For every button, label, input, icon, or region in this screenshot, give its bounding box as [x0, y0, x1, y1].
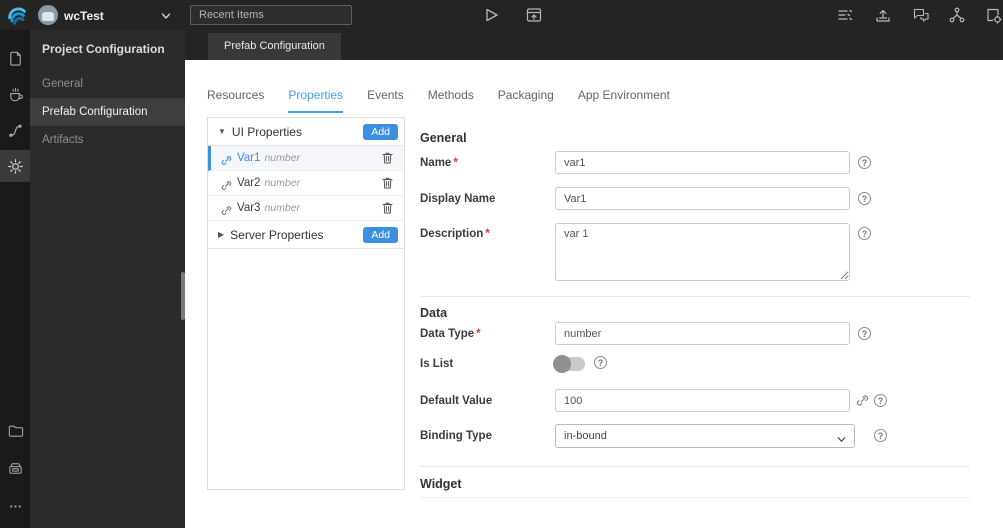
property-type: number: [264, 152, 301, 164]
feedback-icon[interactable]: [912, 6, 930, 24]
project-configuration-panel: Project Configuration General Prefab Con…: [30, 30, 185, 528]
delete-property-icon[interactable]: [381, 151, 394, 165]
caret-right-icon: ▶: [218, 230, 225, 239]
sidebar-item-prefab-configuration[interactable]: Prefab Configuration: [30, 98, 185, 126]
section-title-widget: Widget: [420, 477, 462, 491]
project-avatar-image: [42, 11, 54, 21]
document-tab-bar: Prefab Configuration: [185, 30, 1003, 60]
property-row-var2[interactable]: Var2 number: [208, 171, 404, 196]
pages-icon[interactable]: [0, 42, 30, 74]
java-services-icon[interactable]: [0, 78, 30, 110]
content-tab-strip: Resources Properties Events Methods Pack…: [207, 88, 670, 113]
property-name: Var2: [237, 177, 261, 189]
add-server-property-button[interactable]: Add: [363, 226, 398, 243]
ui-properties-title: UI Properties: [231, 124, 302, 139]
property-name: Var1: [237, 152, 261, 164]
property-name: Var3: [237, 202, 261, 214]
ui-properties-group-header[interactable]: ▼ UI Properties Add: [208, 118, 404, 146]
app-window: wcTest Recent Items Project Configuratio…: [0, 0, 1003, 528]
is-list-toggle[interactable]: [553, 355, 585, 373]
delete-property-icon[interactable]: [381, 201, 394, 215]
toggle-knob: [553, 355, 571, 373]
export-machine-icon[interactable]: [0, 452, 30, 484]
preview-icon[interactable]: [525, 6, 543, 24]
section-title-general: General: [420, 131, 467, 145]
help-icon[interactable]: ?: [858, 227, 871, 240]
data-type-input[interactable]: [555, 322, 850, 345]
publish-icon[interactable]: [874, 6, 892, 24]
tab-app-environment[interactable]: App Environment: [578, 88, 670, 113]
settings-icon[interactable]: [0, 150, 30, 182]
tab-resources[interactable]: Resources: [207, 88, 264, 113]
tab-properties[interactable]: Properties: [288, 88, 344, 113]
tab-events[interactable]: Events: [367, 88, 404, 113]
top-bar: wcTest: [0, 0, 1003, 30]
chevron-down-icon[interactable]: [160, 9, 172, 21]
name-input[interactable]: [555, 151, 850, 174]
help-icon[interactable]: ?: [858, 192, 871, 205]
bind-link-icon: [221, 153, 232, 165]
tab-packaging[interactable]: Packaging: [498, 88, 554, 113]
display-name-label: Display Name: [420, 193, 496, 205]
help-icon[interactable]: ?: [874, 429, 887, 442]
wavemaker-logo-icon: [6, 4, 28, 26]
help-icon[interactable]: ?: [858, 156, 871, 169]
sidebar-scrollbar-thumb[interactable]: [181, 272, 185, 320]
server-properties-title: Server Properties: [230, 227, 324, 242]
display-name-input[interactable]: [555, 187, 850, 210]
delete-property-icon[interactable]: [381, 176, 394, 190]
more-icon[interactable]: [0, 490, 30, 522]
required-marker: *: [485, 228, 490, 240]
section-divider: [420, 497, 970, 498]
server-properties-group-header[interactable]: ▶ Server Properties Add: [208, 221, 404, 249]
bind-link-icon: [221, 203, 232, 215]
property-type: number: [264, 202, 301, 214]
section-divider: [420, 296, 970, 297]
panel-title: Project Configuration: [42, 42, 165, 56]
project-name[interactable]: wcTest: [64, 9, 104, 23]
help-icon[interactable]: ?: [594, 356, 607, 369]
properties-list-panel: ▼ UI Properties Add Var1 number Var2 num…: [207, 117, 405, 490]
recent-items-input[interactable]: [190, 5, 352, 25]
files-icon[interactable]: [0, 414, 30, 446]
bind-link-icon[interactable]: [856, 394, 869, 407]
section-divider: [420, 466, 970, 467]
help-icon[interactable]: ?: [858, 327, 871, 340]
run-icon[interactable]: [482, 6, 500, 24]
default-value-input[interactable]: [555, 389, 850, 412]
name-label: Name *: [420, 157, 458, 169]
property-type: number: [264, 177, 301, 189]
section-title-data: Data: [420, 306, 448, 320]
description-label: Description *: [420, 228, 490, 240]
sidebar-item-artifacts[interactable]: Artifacts: [30, 126, 185, 154]
binding-type-label: Binding Type: [420, 430, 492, 442]
property-row-var3[interactable]: Var3 number: [208, 196, 404, 221]
export-project-icon[interactable]: [984, 6, 1002, 24]
property-row-var1[interactable]: Var1 number: [208, 146, 404, 171]
caret-down-icon: ▼: [218, 127, 226, 136]
binding-type-value: in-bound: [564, 430, 607, 442]
bind-link-icon: [221, 178, 232, 190]
description-textarea[interactable]: var 1: [555, 223, 850, 281]
binding-type-select[interactable]: in-bound: [555, 424, 855, 448]
project-avatar[interactable]: [38, 5, 58, 25]
data-type-label: Data Type *: [420, 328, 481, 340]
bindings-icon[interactable]: [0, 114, 30, 146]
help-icon[interactable]: ?: [874, 394, 887, 407]
console-icon[interactable]: [836, 6, 854, 24]
is-list-label: Is List: [420, 358, 454, 370]
required-marker: *: [476, 328, 481, 340]
document-tab-prefab-configuration[interactable]: Prefab Configuration: [208, 33, 341, 60]
fork-icon[interactable]: [948, 6, 966, 24]
sidebar-item-general[interactable]: General: [30, 70, 185, 98]
left-rail: [0, 30, 30, 528]
chevron-down-icon: [836, 431, 847, 442]
default-value-label: Default Value: [420, 395, 493, 407]
required-marker: *: [453, 157, 458, 169]
add-ui-property-button[interactable]: Add: [363, 123, 398, 140]
tab-methods[interactable]: Methods: [428, 88, 474, 113]
